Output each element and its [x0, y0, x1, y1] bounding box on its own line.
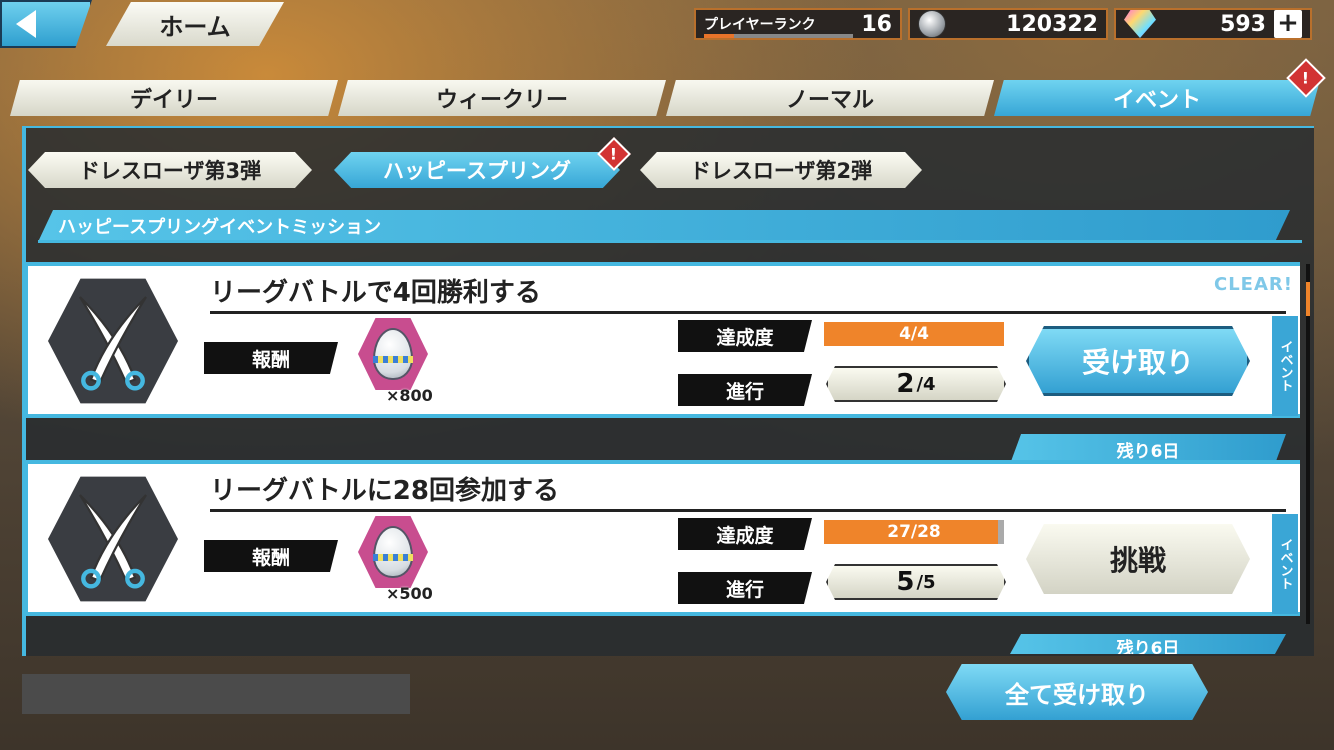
- egg-icon: [373, 526, 413, 578]
- achievement-text: 4/4: [899, 324, 929, 344]
- back-arrow-icon: [16, 10, 36, 38]
- reward-quantity: ×800: [386, 386, 433, 405]
- scrollbar-thumb[interactable]: [1306, 282, 1310, 316]
- egg-icon: [373, 328, 413, 380]
- reward-quantity: ×500: [386, 584, 433, 603]
- clear-badge: CLEAR!: [1214, 274, 1293, 295]
- event-tag: イベント: [1272, 514, 1298, 614]
- mission-title: リーグバトルに28回参加する: [210, 470, 1286, 512]
- tab-event[interactable]: イベント: [994, 80, 1320, 116]
- player-rank-label: プレイヤーランク: [704, 14, 854, 38]
- section-divider: [38, 240, 1302, 243]
- gem-counter: 593 +: [1114, 8, 1312, 40]
- tab-normal[interactable]: ノーマル: [666, 80, 994, 116]
- progress-counter: 2 /4: [826, 366, 1006, 402]
- achievement-text: 27/28: [887, 522, 941, 542]
- reward-item: [358, 516, 428, 588]
- remaining-days: 残り6日: [1010, 634, 1286, 654]
- progress-counter: 5 /5: [826, 564, 1006, 600]
- section-title: ハッピースプリングイベントミッション: [38, 210, 1290, 242]
- mission-card: リーグバトルで4回勝利する 報酬 ×800 達成度 4/4 進行 2 /4 CL…: [24, 262, 1300, 418]
- challenge-button[interactable]: 挑戦: [1026, 524, 1250, 594]
- scrollbar-track[interactable]: [1306, 264, 1310, 624]
- add-gems-button[interactable]: +: [1274, 10, 1302, 38]
- reward-label: 報酬: [204, 540, 338, 572]
- bottom-info-bar: [22, 674, 410, 714]
- progress-label: 進行: [678, 374, 812, 406]
- player-rank: プレイヤーランク 16: [694, 8, 902, 40]
- reward-label: 報酬: [204, 342, 338, 374]
- achievement-label: 達成度: [678, 320, 812, 352]
- reward-item: [358, 318, 428, 390]
- mission-title: リーグバトルで4回勝利する: [210, 272, 1286, 314]
- progress-total: /5: [916, 571, 936, 593]
- subtab-dressrosa-3[interactable]: ドレスローザ第3弾: [28, 152, 312, 188]
- tab-daily[interactable]: デイリー: [10, 80, 338, 116]
- gem-value: 593: [1220, 11, 1266, 37]
- coin-value: 120322: [1006, 11, 1098, 37]
- progress-total: /4: [916, 373, 936, 395]
- claim-button[interactable]: 受け取り: [1026, 326, 1250, 396]
- achievement-bar: 27/28: [824, 520, 1004, 544]
- tab-weekly[interactable]: ウィークリー: [338, 80, 666, 116]
- gem-icon: [1124, 10, 1156, 38]
- subtab-happy-spring[interactable]: ハッピースプリング: [334, 152, 620, 188]
- progress-label: 進行: [678, 572, 812, 604]
- crossed-swords-icon: [48, 278, 178, 404]
- achievement-label: 達成度: [678, 518, 812, 550]
- subtab-dressrosa-2[interactable]: ドレスローザ第2弾: [640, 152, 922, 188]
- mission-card: リーグバトルに28回参加する 報酬 ×500 達成度 27/28 進行 5 /5…: [24, 460, 1300, 616]
- coin-counter: 120322: [908, 8, 1108, 40]
- coin-icon: [918, 10, 946, 38]
- event-tag: イベント: [1272, 316, 1298, 416]
- home-button[interactable]: ホーム: [106, 2, 284, 46]
- player-rank-value: 16: [861, 11, 892, 37]
- claim-all-button[interactable]: 全て受け取り: [946, 664, 1208, 720]
- progress-current: 5: [896, 567, 915, 597]
- progress-current: 2: [896, 369, 915, 399]
- achievement-bar: 4/4: [824, 322, 1004, 346]
- crossed-swords-icon: [48, 476, 178, 602]
